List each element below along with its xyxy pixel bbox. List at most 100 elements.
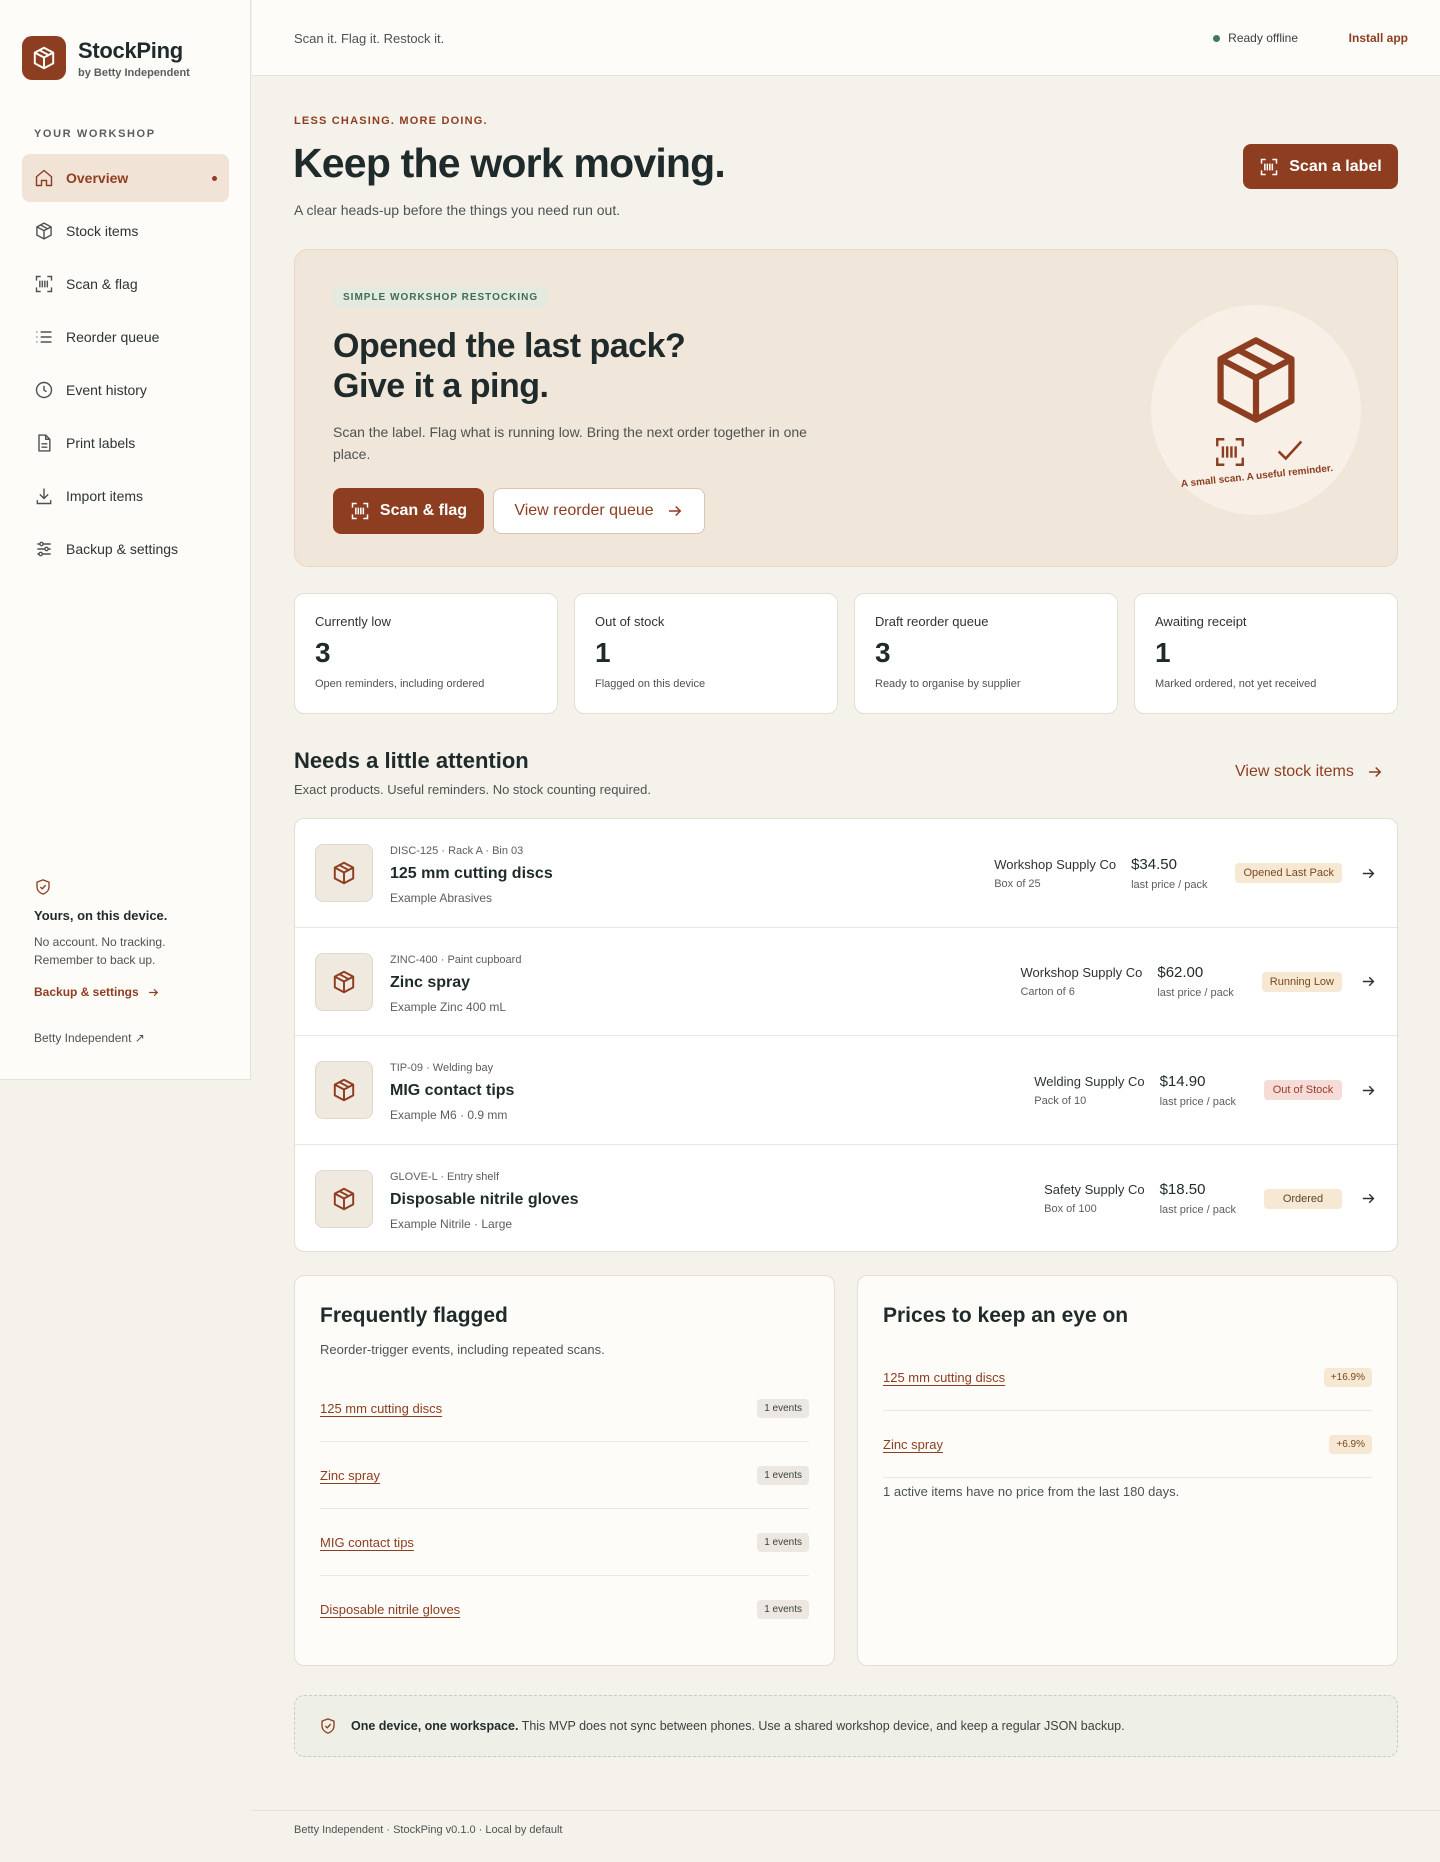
item-thumbnail xyxy=(315,1061,373,1119)
item-link[interactable]: MIG contact tips xyxy=(320,1535,414,1550)
stat-value: 1 xyxy=(595,637,611,668)
sidebar-item-label: Stock items xyxy=(66,223,139,239)
price-value: $62.00 xyxy=(1157,964,1204,981)
list-item: 125 mm cutting discs +16.9% xyxy=(883,1344,1372,1411)
item-link[interactable]: Zinc spray xyxy=(883,1437,943,1452)
sidebar-item-backup-settings[interactable]: Backup & settings xyxy=(22,525,229,573)
scan-icon xyxy=(35,275,53,293)
list-item: Zinc spray 1 events xyxy=(320,1442,809,1509)
sidebar-item-scan-flag[interactable]: Scan & flag xyxy=(22,260,229,308)
price-list: 125 mm cutting discs +16.9% Zinc spray +… xyxy=(883,1344,1372,1478)
supplier: Workshop Supply Co Box of 25 xyxy=(994,857,1116,890)
event-count-badge: 1 events xyxy=(757,1398,809,1418)
hero-title-line2: Give it a ping. xyxy=(333,367,549,405)
sliders-icon xyxy=(37,541,51,557)
supplier-name: Workshop Supply Co xyxy=(994,856,1117,872)
stat-label: Out of stock xyxy=(595,614,665,629)
item-link[interactable]: Disposable nitrile gloves xyxy=(320,1602,460,1617)
hero-illustration: A small scan. A useful reminder. xyxy=(1151,305,1361,515)
download-icon xyxy=(36,488,52,505)
arrow-right-icon xyxy=(668,505,681,517)
flag-list: 125 mm cutting discs 1 events Zinc spray… xyxy=(320,1375,809,1643)
item-name: Zinc spray xyxy=(390,973,471,991)
frequently-flagged-card: Frequently flagged Reorder-trigger event… xyxy=(294,1275,835,1666)
sidebar: StockPing by Betty Independent YOUR WORK… xyxy=(0,0,251,1080)
attention-row[interactable]: GLOVE-L · Entry shelf Disposable nitrile… xyxy=(295,1145,1397,1252)
event-count-badge: 1 events xyxy=(757,1600,809,1619)
sidebar-item-import-items[interactable]: Import items xyxy=(22,472,229,520)
brand-name: StockPing xyxy=(78,37,183,63)
stat-note: Marked ordered, not yet received xyxy=(1155,678,1317,690)
document-icon xyxy=(38,434,51,452)
stat-card-out-of-stock: Out of stock 1 Flagged on this device xyxy=(574,593,838,714)
price-unit: last price / pack xyxy=(1131,878,1208,891)
scan-label-button[interactable]: Scan a label xyxy=(1243,144,1398,189)
sidebar-item-reorder-queue[interactable]: Reorder queue xyxy=(22,313,229,361)
box-illustration-icon xyxy=(1217,337,1295,423)
item-link[interactable]: Zinc spray xyxy=(320,1468,380,1483)
arrow-right-icon[interactable] xyxy=(1360,1082,1377,1099)
price: $14.90 last price / pack xyxy=(1160,1073,1236,1108)
sidebar-item-event-history[interactable]: Event history xyxy=(22,366,229,414)
supplier: Safety Supply Co Box of 100 xyxy=(1044,1182,1144,1215)
sidebar-item-overview[interactable]: Overview xyxy=(22,154,229,202)
notice-body: This MVP does not sync between phones. U… xyxy=(518,1719,1125,1733)
item-name: MIG contact tips xyxy=(390,1082,515,1099)
scan-icon xyxy=(1261,158,1278,175)
install-app-button[interactable]: Install app xyxy=(1349,31,1408,45)
price-note: 1 active items have no price from the la… xyxy=(883,1484,1180,1499)
home-icon xyxy=(35,169,53,187)
brand-sub: by Betty Independent xyxy=(78,66,190,79)
sidebar-item-print-labels[interactable]: Print labels xyxy=(22,419,229,467)
hero-art-caption: A small scan. A useful reminder. xyxy=(1180,463,1334,490)
list-item: MIG contact tips 1 events xyxy=(320,1509,809,1576)
scan-flag-button[interactable]: Scan & flag xyxy=(333,488,484,534)
price-value: $18.50 xyxy=(1159,1181,1206,1198)
item-thumbnail xyxy=(315,952,373,1011)
brand[interactable]: StockPing by Betty Independent xyxy=(22,36,190,80)
view-stock-items-link[interactable]: View stock items xyxy=(1235,763,1384,781)
eyebrow: LESS CHASING. MORE DOING. xyxy=(294,115,488,127)
attention-row[interactable]: DISC-125 · Rack A · Bin 03 125 mm cuttin… xyxy=(295,819,1397,928)
attention-row[interactable]: ZINC-400 · Paint cupboard Zinc spray Exa… xyxy=(295,928,1397,1036)
item-description: Example Nitrile · Large xyxy=(390,1216,513,1231)
footer: Betty Independent · StockPing v0.1.0 · L… xyxy=(294,1824,563,1836)
item-link[interactable]: 125 mm cutting discs xyxy=(883,1370,1005,1385)
view-stock-items-label: View stock items xyxy=(1235,763,1354,780)
item-link[interactable]: 125 mm cutting discs xyxy=(320,1401,442,1416)
arrow-right-icon[interactable] xyxy=(1360,1190,1377,1207)
view-reorder-queue-button[interactable]: View reorder queue xyxy=(493,488,705,534)
sidebar-footer: Yours, on this device. No account. No tr… xyxy=(34,878,234,1045)
stat-card-awaiting-receipt: Awaiting receipt 1 Marked ordered, not y… xyxy=(1134,593,1398,714)
status-badge: Opened Last Pack xyxy=(1235,863,1342,883)
stat-note: Flagged on this device xyxy=(595,678,706,690)
list-icon xyxy=(36,331,52,343)
scan-flag-button-label: Scan & flag xyxy=(379,502,468,519)
item-description: Example M6 · 0.9 mm xyxy=(390,1108,508,1122)
sidebar-item-label: Print labels xyxy=(66,435,136,451)
stat-note: Open reminders, including ordered xyxy=(315,678,485,690)
price-change-badge: +16.9% xyxy=(1323,1367,1372,1387)
item-name: Disposable nitrile gloves xyxy=(390,1190,579,1208)
arrow-right-icon[interactable] xyxy=(1360,973,1377,990)
backup-settings-link-label: Backup & settings xyxy=(34,985,139,999)
frequently-flagged-subtitle: Reorder-trigger events, including repeat… xyxy=(320,1342,605,1357)
item-details: Welding Supply Co Pack of 10 $14.90 last… xyxy=(1034,1036,1377,1144)
price-value: $14.90 xyxy=(1159,1072,1206,1090)
item-thumbnail xyxy=(315,844,373,902)
event-count-badge: 1 events xyxy=(757,1465,809,1485)
clock-icon xyxy=(35,381,53,399)
pack-size: Carton of 6 xyxy=(1020,986,1075,998)
box-icon xyxy=(333,861,355,885)
status-text: Ready offline xyxy=(1228,31,1298,45)
price-value: $34.50 xyxy=(1131,855,1177,873)
sidebar-item-stock-items[interactable]: Stock items xyxy=(22,207,229,255)
scan-illustration-icon xyxy=(1216,438,1244,466)
item-details: Workshop Supply Co Carton of 6 $62.00 la… xyxy=(1020,928,1377,1036)
scan-label-button-label: Scan a label xyxy=(1289,157,1382,175)
attention-row[interactable]: TIP-09 · Welding bay MIG contact tips Ex… xyxy=(295,1036,1397,1145)
backup-settings-link[interactable]: Backup & settings xyxy=(34,985,234,999)
supplier-name: Workshop Supply Co xyxy=(1020,965,1143,980)
betty-independent-link[interactable]: Betty Independent ↗ xyxy=(34,1031,234,1045)
arrow-right-icon[interactable] xyxy=(1360,865,1377,882)
